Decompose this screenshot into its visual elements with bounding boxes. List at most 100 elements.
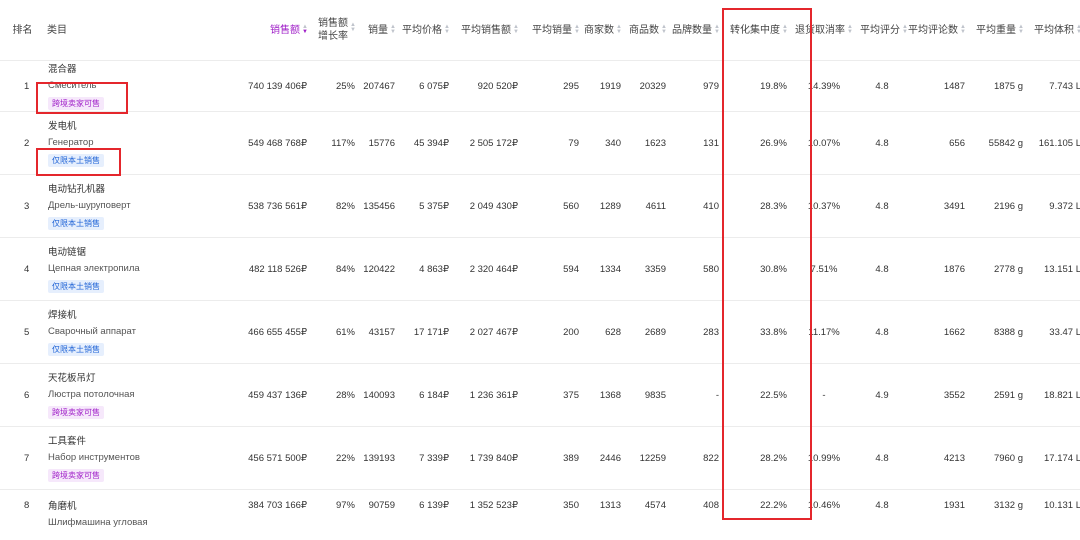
cell-sales: 538 736 561₽ bbox=[190, 175, 310, 238]
cell-brands: 580 bbox=[669, 238, 722, 301]
cell-concentration: 26.9% bbox=[722, 112, 790, 175]
category-name-cn: 电动钻孔机器 bbox=[48, 183, 187, 197]
table-row[interactable]: 5焊接机Сварочный аппарат仅限本土销售466 655 455₽6… bbox=[0, 301, 1080, 364]
header-avg-weight[interactable]: 平均重量▲▼ bbox=[968, 0, 1026, 61]
sort-icon[interactable]: ▲▼ bbox=[574, 25, 580, 35]
cell-category: 工具套件Набор инструментов跨境卖家可售 bbox=[45, 427, 190, 490]
header-avg-price[interactable]: 平均价格▲▼ bbox=[398, 0, 452, 61]
cell-sales: 459 437 136₽ bbox=[190, 364, 310, 427]
cell-rank: 2 bbox=[0, 112, 45, 175]
header-products[interactable]: 商品数▲▼ bbox=[624, 0, 669, 61]
header-brands[interactable]: 品牌数量▲▼ bbox=[669, 0, 722, 61]
cell-return-rate: 10.07% bbox=[790, 112, 858, 175]
cell-return-rate: 10.37% bbox=[790, 175, 858, 238]
cell-rating: 4.8 bbox=[858, 238, 906, 301]
category-name-cn: 焊接机 bbox=[48, 309, 187, 323]
category-name-cn: 混合器 bbox=[48, 63, 187, 77]
cell-category: 电动链锯Цепная электропила仅限本土销售 bbox=[45, 238, 190, 301]
cell-category: 角磨机Шлифмашина угловая bbox=[45, 490, 190, 540]
cell-weight: 1875 g bbox=[968, 61, 1026, 112]
cell-merchants: 1313 bbox=[582, 490, 624, 540]
sort-icon[interactable]: ▲▼ bbox=[661, 25, 667, 35]
header-concentration[interactable]: 转化集中度▲▼ bbox=[722, 0, 790, 61]
sort-icon[interactable]: ▲▼ bbox=[444, 25, 450, 35]
cell-reviews: 656 bbox=[906, 112, 968, 175]
table-row[interactable]: 2发电机Генератор仅限本土销售549 468 768₽117%15776… bbox=[0, 112, 1080, 175]
cell-sales-growth: 84% bbox=[310, 238, 358, 301]
header-avg-rating[interactable]: 平均评分▲▼ bbox=[858, 0, 906, 61]
cell-weight: 7960 g bbox=[968, 427, 1026, 490]
cell-products: 2689 bbox=[624, 301, 669, 364]
sales-restriction-tag: 跨境卖家可售 bbox=[48, 406, 104, 419]
cell-brands: 283 bbox=[669, 301, 722, 364]
cell-return-rate: 14.39% bbox=[790, 61, 858, 112]
sort-icon[interactable]: ▲▼ bbox=[616, 25, 622, 35]
cell-products: 1623 bbox=[624, 112, 669, 175]
sort-icon[interactable]: ▲▼ bbox=[714, 25, 720, 35]
cell-products: 4611 bbox=[624, 175, 669, 238]
category-name-ru: Шлифмашина угловая bbox=[48, 514, 187, 532]
cell-avg-volume: 389 bbox=[521, 427, 582, 490]
cell-avg-sales: 2 049 430₽ bbox=[452, 175, 521, 238]
sales-restriction-tag: 仅限本土销售 bbox=[48, 343, 104, 356]
cell-merchants: 1368 bbox=[582, 364, 624, 427]
table-row[interactable]: 7工具套件Набор инструментов跨境卖家可售456 571 500… bbox=[0, 427, 1080, 490]
cell-rating: 4.9 bbox=[858, 364, 906, 427]
cell-avg-sales: 920 520₽ bbox=[452, 61, 521, 112]
cell-avg-sales: 1 352 523₽ bbox=[452, 490, 521, 540]
sort-icon[interactable]: ▲▼ bbox=[513, 25, 519, 35]
header-avg-sales[interactable]: 平均销售额▲▼ bbox=[452, 0, 521, 61]
sales-restriction-tag: 仅限本土销售 bbox=[48, 280, 104, 293]
cell-avg-sales: 2 320 464₽ bbox=[452, 238, 521, 301]
cell-sales: 740 139 406₽ bbox=[190, 61, 310, 112]
cell-sales-growth: 97% bbox=[310, 490, 358, 540]
cell-avg-price: 6 139₽ bbox=[398, 490, 452, 540]
sort-icon[interactable]: ▲▼ bbox=[782, 25, 788, 35]
cell-weight: 55842 g bbox=[968, 112, 1026, 175]
sort-icon[interactable]: ▲▼ bbox=[1076, 25, 1080, 35]
cell-category: 天花板吊灯Люстра потолочная 跨境卖家可售 bbox=[45, 364, 190, 427]
header-volume[interactable]: 销量▲▼ bbox=[358, 0, 398, 61]
table-row[interactable]: 3电动钻孔机器Дрель-шуруповерт仅限本土销售538 736 561… bbox=[0, 175, 1080, 238]
cell-reviews: 1487 bbox=[906, 61, 968, 112]
sort-icon[interactable]: ▲▼ bbox=[350, 23, 356, 33]
table-row[interactable]: 4电动链锯Цепная электропила仅限本土销售482 118 526… bbox=[0, 238, 1080, 301]
sort-icon[interactable]: ▲▼ bbox=[1018, 25, 1024, 35]
cell-merchants: 2446 bbox=[582, 427, 624, 490]
cell-rank: 7 bbox=[0, 427, 45, 490]
category-name-ru: Набор инструментов bbox=[48, 449, 187, 467]
category-name-ru: Дрель-шуруповерт bbox=[48, 197, 187, 215]
cell-weight: 3132 g bbox=[968, 490, 1026, 540]
cell-sales: 549 468 768₽ bbox=[190, 112, 310, 175]
sort-icon[interactable]: ▲▼ bbox=[302, 25, 308, 35]
sort-icon[interactable]: ▲▼ bbox=[847, 25, 853, 35]
category-name-cn: 天花板吊灯 bbox=[48, 372, 187, 386]
sort-icon[interactable]: ▲▼ bbox=[390, 25, 396, 35]
category-name-ru: Люстра потолочная bbox=[48, 386, 187, 404]
cell-brands: 410 bbox=[669, 175, 722, 238]
cell-merchants: 1919 bbox=[582, 61, 624, 112]
cell-volume-l: 33.47 L bbox=[1026, 301, 1080, 364]
header-sales[interactable]: 销售额▲▼ bbox=[190, 0, 310, 61]
table-row[interactable]: 1混合器Смеситель跨境卖家可售740 139 406₽25%207467… bbox=[0, 61, 1080, 112]
cell-concentration: 22.2% bbox=[722, 490, 790, 540]
cell-rating: 4.8 bbox=[858, 61, 906, 112]
cell-reviews: 1876 bbox=[906, 238, 968, 301]
header-sales-growth[interactable]: ▲▼销售额增长率 bbox=[310, 0, 358, 61]
table-row[interactable]: 6天花板吊灯Люстра потолочная跨境卖家可售459 437 136… bbox=[0, 364, 1080, 427]
header-merchants[interactable]: 商家数▲▼ bbox=[582, 0, 624, 61]
cell-weight: 2778 g bbox=[968, 238, 1026, 301]
table-row[interactable]: 8角磨机Шлифмашина угловая384 703 166₽97%907… bbox=[0, 490, 1080, 540]
header-avg-reviews[interactable]: 平均评论数▲▼ bbox=[906, 0, 968, 61]
sales-restriction-tag: 跨境卖家可售 bbox=[48, 97, 104, 110]
category-name-cn: 角磨机 bbox=[48, 500, 187, 514]
sort-icon[interactable]: ▲▼ bbox=[902, 25, 908, 35]
header-return-rate[interactable]: 退货取消率▲▼ bbox=[790, 0, 858, 61]
sort-icon[interactable]: ▲▼ bbox=[960, 25, 966, 35]
header-avg-volume-l[interactable]: 平均体积▲▼ bbox=[1026, 0, 1080, 61]
cell-sales-growth: 22% bbox=[310, 427, 358, 490]
header-avg-volume[interactable]: 平均销量▲▼ bbox=[521, 0, 582, 61]
cell-volume: 140093 bbox=[358, 364, 398, 427]
cell-volume: 135456 bbox=[358, 175, 398, 238]
cell-rating: 4.8 bbox=[858, 427, 906, 490]
